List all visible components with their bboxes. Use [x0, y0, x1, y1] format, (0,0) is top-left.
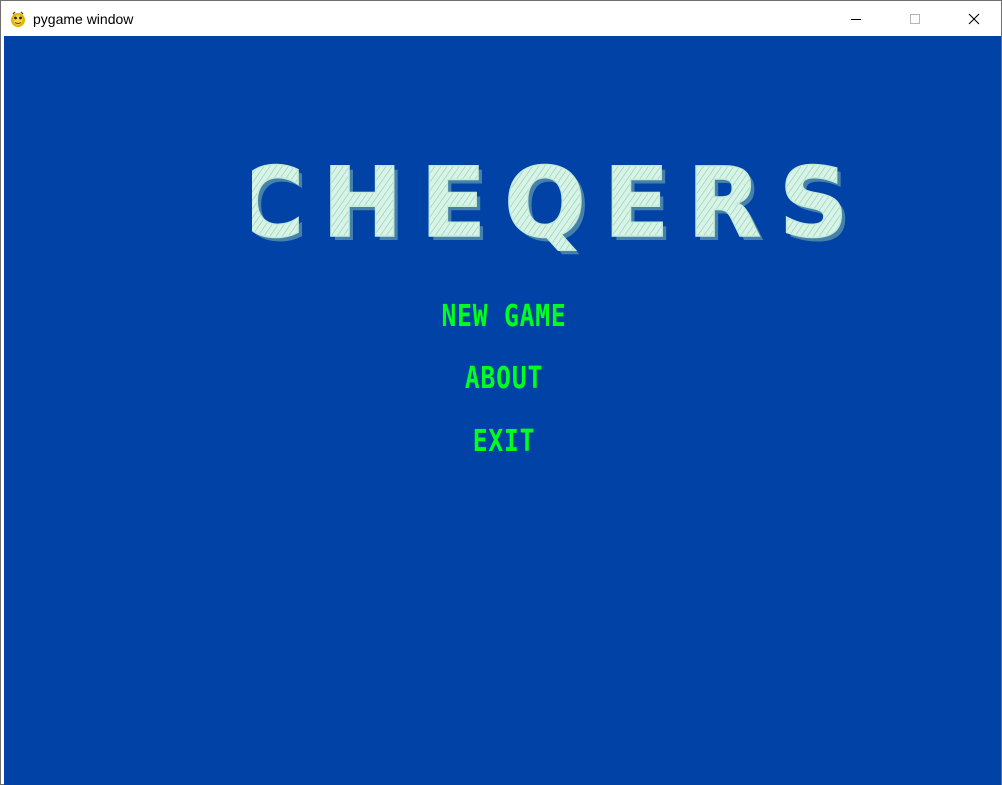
pygame-snake-icon	[11, 11, 25, 27]
game-canvas[interactable]: CHEQERS CHEQERS NEW GAME ABOUT EXIT	[4, 36, 1001, 785]
maximize-button[interactable]	[892, 1, 938, 36]
window-title: pygame window	[33, 11, 134, 27]
exit-button[interactable]: EXIT	[455, 424, 553, 460]
new-game-button[interactable]: NEW GAME	[406, 299, 603, 335]
maximize-icon	[910, 13, 920, 24]
minimize-icon	[851, 18, 861, 20]
title-bar[interactable]: pygame window	[1, 1, 1001, 36]
game-logo: CHEQERS CHEQERS	[252, 148, 852, 260]
close-icon	[968, 13, 980, 24]
about-button[interactable]: ABOUT	[438, 361, 569, 397]
pygame-window: pygame window CHEQERS CHEQERS NEW GAME A…	[0, 0, 1002, 785]
logo-text: CHEQERS	[252, 148, 852, 259]
close-button[interactable]	[951, 1, 997, 36]
minimize-button[interactable]	[833, 1, 879, 36]
